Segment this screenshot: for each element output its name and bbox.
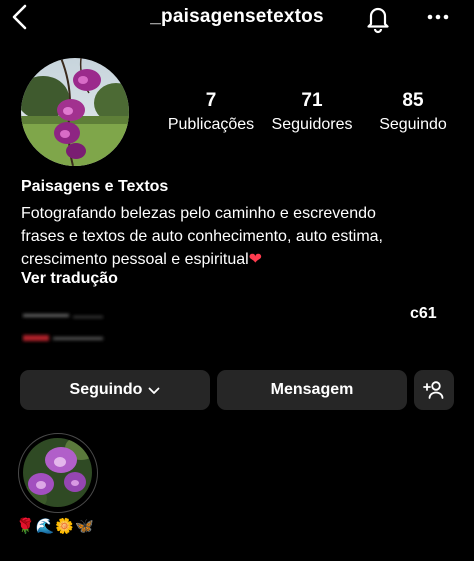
stat-following-label: Seguindo xyxy=(379,116,447,133)
bio-code-text: c61 xyxy=(410,305,437,322)
bell-icon[interactable] xyxy=(362,2,394,34)
top-bar: _paisagensetextos xyxy=(0,0,474,36)
stat-posts-count: 7 xyxy=(205,90,217,111)
bio-line: frases e textos de auto conhecimento, au… xyxy=(21,228,383,245)
story-highlight[interactable] xyxy=(18,433,98,513)
profile-username: _paisagensetextos xyxy=(150,6,324,27)
bio-line: crescimento pessoal e espiritual❤ xyxy=(21,248,461,271)
stat-following[interactable]: 85 Seguindo xyxy=(368,90,458,136)
bio-text: Fotografando belezas pelo caminho e escr… xyxy=(21,202,461,271)
flower-photo xyxy=(23,438,92,507)
heart-emoji: ❤ xyxy=(248,251,263,268)
stat-posts[interactable]: 7 Publicações xyxy=(160,90,262,136)
profile-avatar[interactable] xyxy=(21,58,129,166)
stat-followers-count: 71 xyxy=(301,90,323,111)
message-button-label: Mensagem xyxy=(270,381,354,398)
message-button[interactable]: Mensagem xyxy=(217,370,407,410)
stat-followers[interactable]: 71 Seguidores xyxy=(262,90,362,136)
bio-name: Paisagens e Textos xyxy=(21,178,169,195)
highlight-cover xyxy=(23,438,92,507)
add-user-button[interactable] xyxy=(414,370,454,410)
more-horizontal-icon[interactable] xyxy=(424,6,452,28)
chevron-down-icon xyxy=(149,387,160,394)
stat-following-count: 85 xyxy=(402,90,424,111)
bio-line-text: crescimento pessoal e espiritual xyxy=(21,251,249,268)
following-button-label: Seguindo xyxy=(69,381,143,398)
highlight-label: 🌹🌊🌼🦋 xyxy=(16,518,95,535)
see-translation-link[interactable]: Ver tradução xyxy=(21,270,118,288)
stat-posts-label: Publicações xyxy=(167,116,255,133)
add-user-icon xyxy=(423,381,444,399)
bio-line: Fotografando belezas pelo caminho e escr… xyxy=(21,205,376,222)
redacted-blur xyxy=(23,314,103,341)
orchid-photo xyxy=(21,58,129,166)
stat-followers-label: Seguidores xyxy=(271,116,353,133)
following-button[interactable]: Seguindo xyxy=(20,370,210,410)
